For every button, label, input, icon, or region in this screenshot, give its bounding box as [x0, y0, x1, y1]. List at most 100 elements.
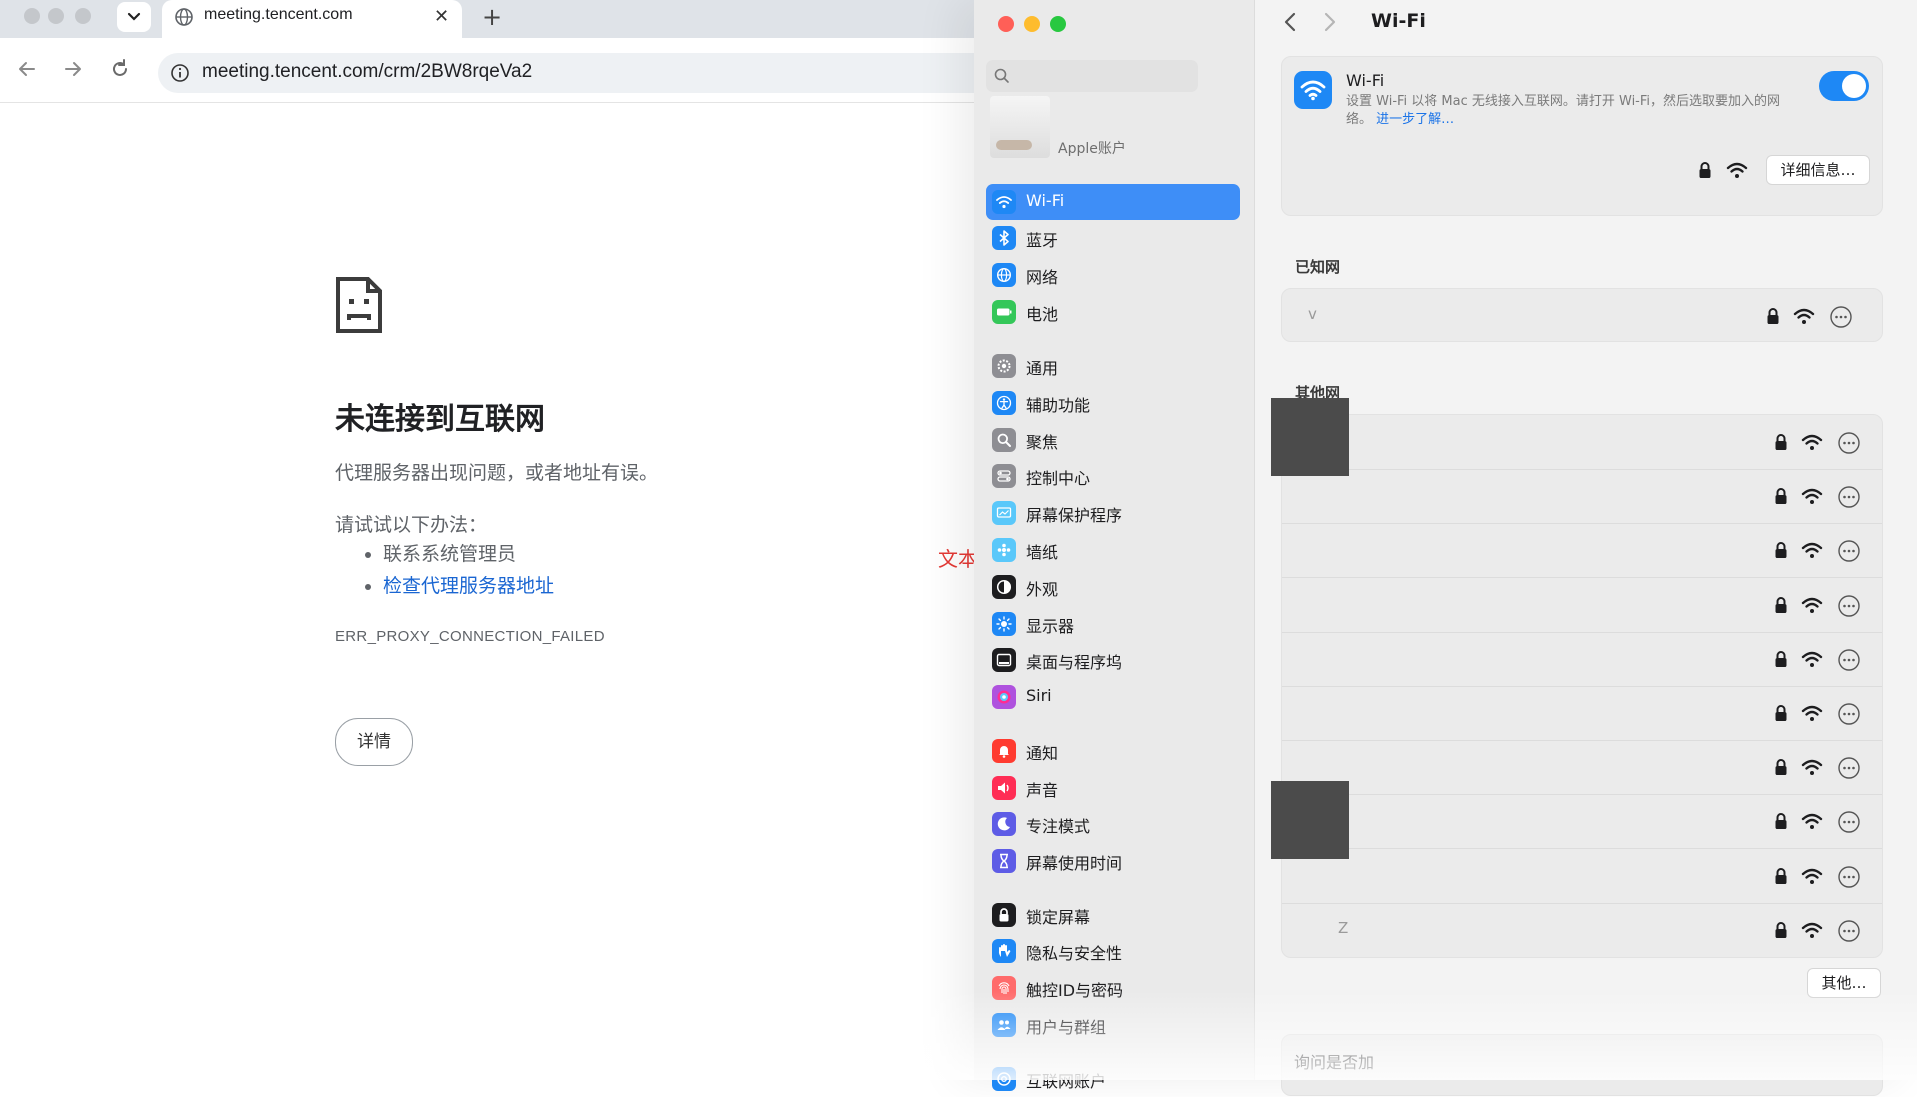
more-options-icon[interactable]	[1837, 594, 1861, 618]
chevron-down-icon	[127, 12, 141, 21]
pane-title: Wi-Fi	[1371, 10, 1426, 32]
system-settings-window: Apple账户 Wi-Fi 蓝牙网络 电池通用辅助功能聚焦控制中心屏幕保护程序 墙纸外…	[974, 0, 1917, 1096]
sidebar-item-wifi[interactable]: Wi-Fi	[986, 184, 1240, 220]
new-tab-button[interactable]: +	[482, 3, 502, 31]
wifi-signal-icon	[1801, 922, 1823, 938]
wifi-signal-icon	[1801, 651, 1823, 667]
sound-icon	[992, 776, 1016, 800]
zoom-window-button[interactable]	[1050, 16, 1066, 32]
sidebar-item-appearance[interactable]: 外观	[986, 569, 1240, 605]
sidebar-item-label: 蓝牙	[1026, 231, 1059, 250]
network-row[interactable]	[1282, 469, 1882, 525]
learn-more-link[interactable]: 进一步了解…	[1376, 112, 1454, 127]
sidebar-item-label: 墙纸	[1026, 543, 1059, 562]
sidebar-item-privacy-hand[interactable]: 隐私与安全性	[986, 933, 1240, 969]
network-row[interactable]	[1282, 578, 1882, 633]
forward-arrow-icon[interactable]	[62, 58, 84, 80]
more-options-icon[interactable]	[1837, 919, 1861, 943]
network-row[interactable]: Z	[1282, 903, 1882, 957]
more-options-icon[interactable]	[1837, 539, 1861, 563]
reload-icon[interactable]	[109, 58, 131, 80]
browser-tab[interactable]: meeting.tencent.com ✕	[162, 0, 462, 38]
network-row[interactable]	[1282, 415, 1882, 470]
sidebar-item-label: 通用	[1026, 359, 1059, 378]
check-proxy-link[interactable]: 检查代理服务器地址	[383, 575, 554, 597]
sidebar-item-label: 屏幕保护程序	[1026, 506, 1123, 525]
sidebar-item-focus[interactable]: 专注模式	[986, 806, 1240, 842]
details-button[interactable]: 详情	[335, 718, 413, 766]
more-options-icon[interactable]	[1837, 648, 1861, 672]
close-tab-icon[interactable]: ✕	[434, 6, 449, 27]
url-text: meeting.tencent.com/crm/2BW8rqeVa2	[202, 61, 533, 82]
more-options-icon[interactable]	[1837, 810, 1861, 834]
more-options-icon[interactable]	[1837, 756, 1861, 780]
annotation-label: 文本	[938, 547, 978, 571]
zoom-window-button[interactable]	[75, 8, 91, 24]
privacy-hand-icon	[992, 939, 1016, 963]
sidebar-item-bluetooth[interactable]: 蓝牙	[986, 220, 1240, 256]
sidebar-item-battery[interactable]: 电池	[986, 294, 1240, 330]
sidebar-item-siri[interactable]: Siri	[986, 679, 1240, 715]
other-network-button[interactable]: 其他…	[1807, 968, 1881, 998]
sidebar-item-screen-time[interactable]: 屏幕使用时间	[986, 843, 1240, 879]
back-chevron-icon[interactable]	[1281, 10, 1301, 34]
forward-chevron-icon[interactable]	[1319, 10, 1339, 34]
sidebar-item-label: 触控ID与密码	[1026, 981, 1124, 1000]
back-arrow-icon[interactable]	[16, 58, 38, 80]
address-bar[interactable]: meeting.tencent.com/crm/2BW8rqeVa2	[158, 53, 1000, 93]
more-options-icon[interactable]	[1837, 865, 1861, 889]
apple-account-row[interactable]: Apple账户	[990, 96, 1248, 158]
wifi-icon	[1294, 71, 1332, 109]
minimize-window-button[interactable]	[48, 8, 64, 24]
sidebar-item-internet-accounts[interactable]: 互联网账户	[986, 1061, 1240, 1097]
appearance-icon	[992, 575, 1016, 599]
sidebar-item-screensaver[interactable]: 屏幕保护程序	[986, 495, 1240, 531]
lock-icon	[1775, 488, 1787, 505]
sidebar-item-label: 聚焦	[1026, 433, 1059, 452]
sidebar-item-label: 锁定屏幕	[1026, 908, 1091, 927]
more-options-icon[interactable]	[1829, 305, 1853, 329]
sidebar-item-accessibility[interactable]: 辅助功能	[986, 385, 1240, 421]
lock-icon	[1775, 759, 1787, 776]
sidebar-item-spotlight[interactable]: 聚焦	[986, 422, 1240, 458]
more-options-icon[interactable]	[1837, 702, 1861, 726]
network-row[interactable]	[1282, 632, 1882, 687]
sidebar-item-wallpaper[interactable]: 墙纸	[986, 532, 1240, 568]
sidebar-item-control-center[interactable]: 控制中心	[986, 458, 1240, 494]
network-row[interactable]	[1282, 740, 1882, 796]
wifi-signal-icon	[1801, 814, 1823, 830]
tab-title: meeting.tencent.com	[204, 6, 353, 23]
sidebar-item-lock-screen[interactable]: 锁定屏幕	[986, 897, 1240, 933]
minimize-window-button[interactable]	[1024, 16, 1040, 32]
wifi-toggle-card: Wi-Fi 设置 Wi-Fi 以将 Mac 无线接入互联网。请打开 Wi-Fi，…	[1281, 56, 1883, 216]
sidebar-item-fingerprint[interactable]: 触控ID与密码	[986, 970, 1240, 1006]
sidebar-item-display[interactable]: 显示器	[986, 606, 1240, 642]
sidebar-item-dock[interactable]: 桌面与程序坞	[986, 642, 1240, 678]
sidebar-item-label: 隐私与安全性	[1026, 944, 1123, 963]
wifi-toggle-switch[interactable]	[1819, 71, 1869, 101]
tab-search-button[interactable]	[117, 2, 151, 32]
sidebar-item-label: 辅助功能	[1026, 396, 1091, 415]
wallpaper-icon	[992, 538, 1016, 562]
sidebar-item-label: 互联网账户	[1026, 1072, 1107, 1091]
tab-strip: meeting.tencent.com ✕ +	[0, 0, 1000, 38]
site-info-icon[interactable]	[170, 63, 190, 83]
lock-icon	[1775, 434, 1787, 450]
network-row[interactable]	[1282, 523, 1882, 579]
search-field[interactable]	[986, 60, 1198, 92]
siri-icon	[992, 685, 1016, 709]
network-row[interactable]	[1282, 794, 1882, 850]
network-row[interactable]: v	[1282, 289, 1882, 343]
sidebar-item-sound[interactable]: 声音	[986, 770, 1240, 806]
more-options-icon[interactable]	[1837, 431, 1861, 455]
sidebar-item-gear[interactable]: 通用	[986, 348, 1240, 384]
sidebar-item-users[interactable]: 用户与群组	[986, 1007, 1240, 1043]
details-button[interactable]: 详细信息…	[1766, 155, 1870, 185]
sidebar-item-notification[interactable]: 通知	[986, 733, 1240, 769]
network-row[interactable]	[1282, 686, 1882, 741]
network-row[interactable]	[1282, 849, 1882, 904]
close-window-button[interactable]	[24, 8, 40, 24]
sidebar-item-globe[interactable]: 网络	[986, 257, 1240, 293]
close-window-button[interactable]	[998, 16, 1014, 32]
more-options-icon[interactable]	[1837, 485, 1861, 509]
